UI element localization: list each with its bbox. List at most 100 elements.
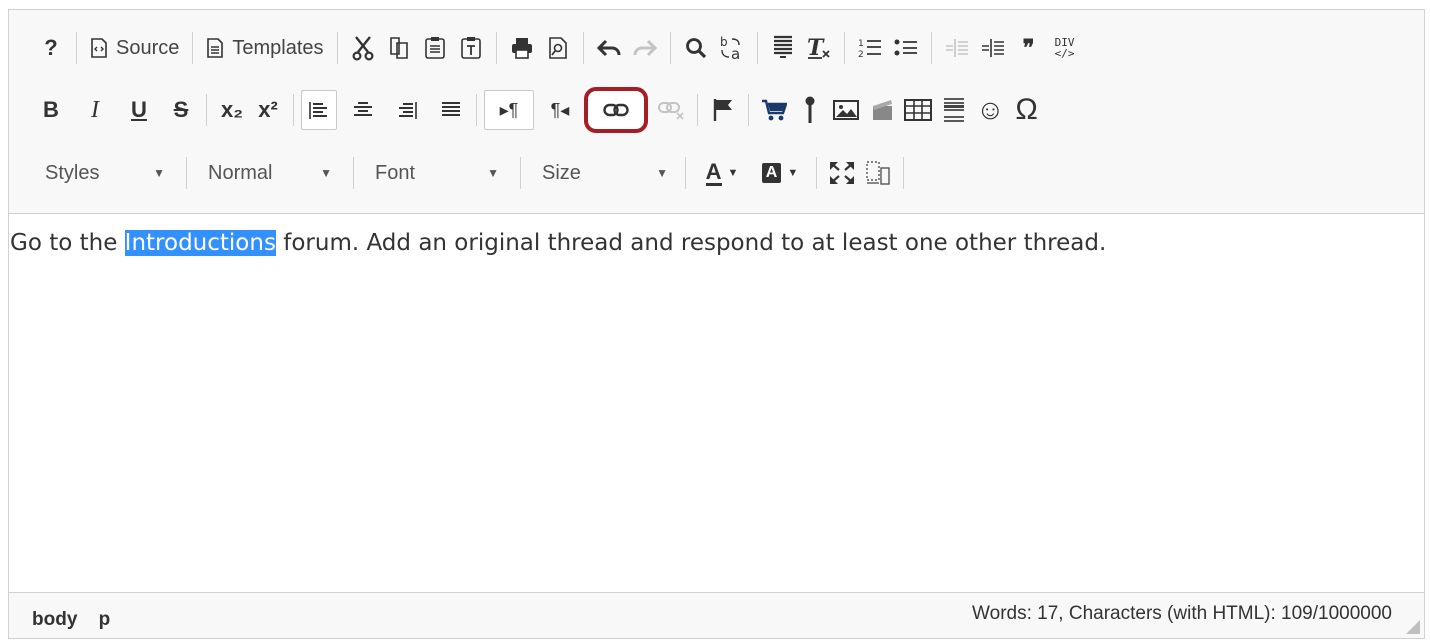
toolbar-separator — [748, 94, 749, 126]
find-button[interactable] — [678, 28, 714, 68]
toolbar-separator — [186, 157, 187, 189]
size-dropdown[interactable]: Size ▼ — [528, 156, 678, 190]
strikethrough-button[interactable]: S — [163, 90, 199, 130]
paste-text-icon — [460, 36, 482, 60]
font-dropdown[interactable]: Font ▼ — [361, 156, 513, 190]
subscript-icon: x₂ — [220, 97, 243, 122]
cut-button[interactable] — [345, 28, 381, 68]
editor-content-area[interactable]: Go to the Introductions forum. Add an or… — [9, 214, 1424, 594]
cut-icon — [351, 35, 375, 61]
italic-button[interactable]: I — [77, 90, 113, 130]
copy-button[interactable] — [381, 28, 417, 68]
templates-button[interactable]: Templates — [200, 28, 329, 68]
svg-text:a: a — [731, 45, 740, 61]
numbered-list-button[interactable]: 12 — [852, 28, 888, 68]
format-dropdown[interactable]: Normal ▼ — [194, 156, 346, 190]
templates-label: Templates — [232, 36, 324, 59]
outdent-button[interactable] — [939, 28, 975, 68]
paste-icon — [424, 36, 446, 60]
bold-button[interactable]: B — [33, 90, 69, 130]
underline-icon: U — [131, 97, 147, 122]
svg-text:b: b — [720, 35, 728, 49]
styles-dropdown[interactable]: Styles ▼ — [33, 156, 179, 190]
ltr-button[interactable]: ▸¶ — [484, 90, 534, 130]
redo-button[interactable] — [627, 28, 663, 68]
text-before-selection: Go to the — [10, 230, 125, 256]
bulleted-list-button[interactable] — [888, 28, 924, 68]
select-all-button[interactable] — [765, 28, 801, 68]
table-icon — [904, 99, 932, 121]
background-color-icon: A — [761, 163, 782, 183]
image-icon — [833, 99, 859, 121]
text-after-selection: forum. Add an original thread and respon… — [275, 230, 1107, 256]
justify-button[interactable] — [433, 90, 469, 130]
align-right-button[interactable] — [389, 90, 425, 130]
background-color-button[interactable]: A ▼ — [751, 153, 809, 193]
horizontal-rule-button[interactable] — [936, 90, 972, 130]
svg-text:1: 1 — [858, 39, 864, 49]
blockquote-button[interactable]: ❞ — [1011, 28, 1047, 68]
path-item-body[interactable]: body — [32, 609, 77, 630]
paste-button[interactable] — [417, 28, 453, 68]
smiley-button[interactable]: ☺ — [972, 90, 1009, 130]
rtl-button[interactable]: ¶◂ — [542, 90, 578, 130]
toolbar-separator — [520, 157, 521, 189]
justify-icon — [440, 100, 462, 120]
cart-button[interactable] — [756, 90, 792, 130]
special-char-button[interactable]: Ω — [1009, 90, 1045, 130]
align-left-button[interactable] — [301, 90, 337, 130]
align-center-button[interactable] — [345, 90, 381, 130]
video-button[interactable] — [864, 90, 900, 130]
status-bar: body p Words: 17, Characters (with HTML)… — [9, 592, 1424, 638]
video-icon — [870, 98, 894, 122]
remove-format-icon: T — [806, 36, 832, 60]
remove-format-button[interactable]: T — [801, 28, 837, 68]
selected-text[interactable]: Introductions — [124, 230, 276, 256]
chevron-down-icon: ▼ — [487, 166, 499, 180]
anchor-icon — [712, 98, 734, 122]
mic-button[interactable] — [792, 90, 828, 130]
replace-button[interactable]: ba — [714, 28, 750, 68]
unlink-button[interactable] — [654, 90, 690, 130]
superscript-button[interactable]: x² — [250, 90, 286, 130]
toolbar-separator — [336, 32, 338, 64]
toolbar-separator — [930, 32, 932, 64]
link-button[interactable] — [584, 87, 648, 133]
underline-button[interactable]: U — [121, 90, 157, 130]
indent-button[interactable] — [975, 28, 1011, 68]
chevron-down-icon: ▼ — [727, 167, 739, 179]
source-button[interactable]: Source — [84, 28, 185, 68]
element-path: body p — [32, 609, 126, 631]
content-paragraph: Go to the Introductions forum. Add an or… — [10, 230, 1106, 256]
maximize-button[interactable] — [824, 153, 860, 193]
undo-button[interactable] — [591, 28, 627, 68]
div-label: DIV — [1054, 36, 1075, 49]
preview-button[interactable] — [540, 28, 576, 68]
mic-icon — [803, 96, 817, 124]
table-button[interactable] — [900, 90, 936, 130]
text-color-button[interactable]: A ▼ — [693, 153, 751, 193]
toolbar-separator — [903, 157, 904, 189]
omega-icon: Ω — [1015, 93, 1038, 126]
subscript-button[interactable]: x₂ — [214, 90, 250, 130]
anchor-button[interactable] — [705, 90, 741, 130]
help-icon: ? — [44, 35, 58, 60]
print-button[interactable] — [504, 28, 540, 68]
image-button[interactable] — [828, 90, 864, 130]
show-blocks-button[interactable] — [860, 153, 896, 193]
bulleted-list-icon — [894, 37, 918, 59]
div-button[interactable]: DIV </> — [1047, 28, 1083, 68]
path-item-p[interactable]: p — [99, 609, 111, 630]
help-button[interactable]: ? — [33, 28, 69, 68]
div-icon: DIV </> — [1054, 36, 1075, 60]
bold-icon: B — [43, 97, 59, 122]
cart-icon — [761, 98, 787, 122]
size-label: Size — [542, 161, 581, 184]
smiley-icon: ☺ — [976, 94, 1005, 125]
toolbar-row-2: B I U S x₂ x² ▸¶ ¶◂ ☺ Ω — [33, 86, 1045, 134]
word-count: Words: 17, Characters (with HTML): 109/1… — [972, 603, 1392, 624]
paste-text-button[interactable] — [453, 28, 489, 68]
resize-grip-icon[interactable] — [1406, 620, 1420, 634]
outdent-icon — [945, 37, 969, 59]
maximize-icon — [829, 161, 855, 185]
